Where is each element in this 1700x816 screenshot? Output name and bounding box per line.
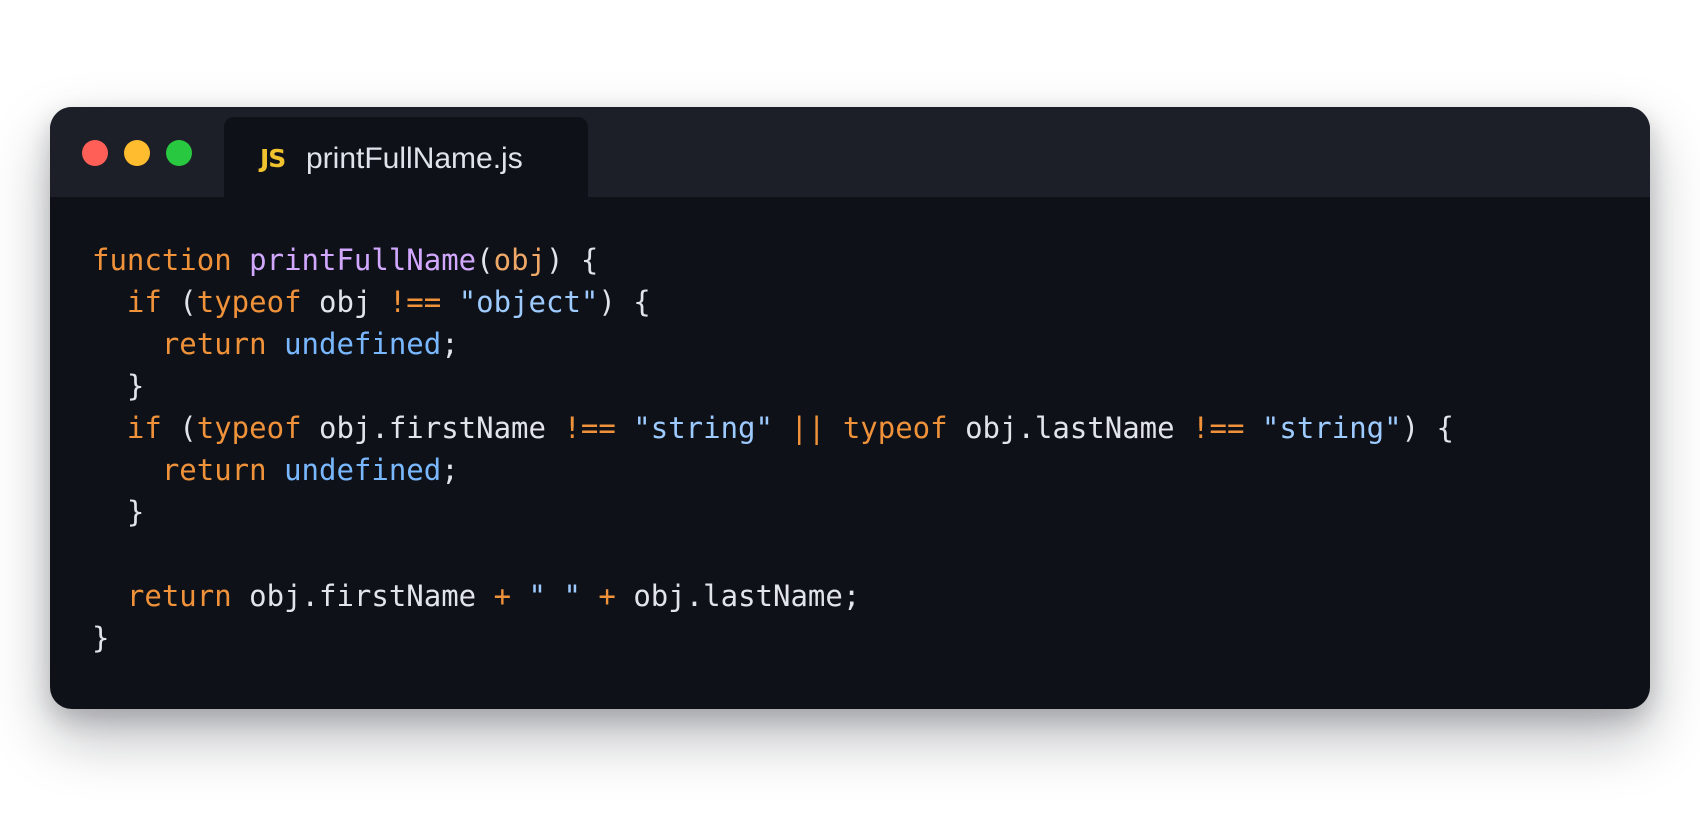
code-line: } bbox=[92, 491, 1454, 533]
code-token-keyword: function bbox=[92, 243, 232, 277]
code-token-string: " " bbox=[528, 579, 581, 613]
code-line: if (typeof obj.firstName !== "string" ||… bbox=[92, 407, 1454, 449]
code-line: return obj.firstName + " " + obj.lastNam… bbox=[92, 575, 1454, 617]
code-token-plain: ) { bbox=[598, 285, 651, 319]
code-token-plain: obj bbox=[301, 285, 389, 319]
code-editor[interactable]: function printFullName(obj) { if (typeof… bbox=[92, 239, 1454, 659]
code-line: return undefined; bbox=[92, 323, 1454, 365]
maximize-button[interactable] bbox=[166, 140, 192, 166]
tab-printfullname[interactable]: JS printFullName.js bbox=[224, 117, 588, 197]
code-token-string: "object" bbox=[458, 285, 599, 319]
code-token-plain: } bbox=[92, 495, 145, 529]
code-token-keyword: || bbox=[790, 411, 826, 445]
code-token-keyword: return bbox=[126, 579, 232, 613]
code-token-keyword: typeof bbox=[196, 411, 302, 445]
code-token-plain: ; bbox=[441, 453, 459, 487]
code-token-builtin-value: undefined bbox=[284, 453, 442, 487]
code-window: JS printFullName.js function printFullNa… bbox=[50, 107, 1650, 709]
code-token-keyword: !== bbox=[388, 285, 442, 319]
code-token-plain: ) { bbox=[1401, 411, 1454, 445]
code-token-keyword: + bbox=[493, 579, 512, 613]
code-token-keyword: if bbox=[126, 411, 162, 445]
code-token-function-name: printFullName bbox=[249, 243, 477, 277]
code-token-plain: ( bbox=[161, 411, 197, 445]
code-token-keyword: !== bbox=[563, 411, 616, 445]
code-line: } bbox=[92, 617, 1454, 659]
title-bar: JS printFullName.js bbox=[50, 107, 1650, 197]
code-token-plain: ) { bbox=[546, 243, 599, 277]
minimize-button[interactable] bbox=[124, 140, 150, 166]
code-token-plain: ( bbox=[161, 285, 197, 319]
code-token-plain: } bbox=[92, 369, 145, 403]
code-token-plain: } bbox=[92, 621, 110, 655]
code-token-keyword: return bbox=[161, 327, 267, 361]
code-token-plain: obj.lastName bbox=[947, 411, 1193, 445]
code-token-plain: obj.firstName bbox=[231, 579, 494, 613]
code-token-keyword: + bbox=[598, 579, 616, 613]
code-token-string: "string" bbox=[633, 411, 773, 445]
tab-filename: printFullName.js bbox=[306, 142, 523, 175]
code-token-keyword: typeof bbox=[196, 285, 302, 319]
code-token-keyword: !== bbox=[1192, 411, 1245, 445]
close-button[interactable] bbox=[82, 140, 108, 166]
javascript-file-icon: JS bbox=[260, 144, 286, 173]
code-token-keyword: typeof bbox=[842, 411, 948, 445]
code-token-plain: ( bbox=[476, 243, 494, 277]
code-token-plain: obj.firstName bbox=[301, 411, 564, 445]
code-token-builtin-value: undefined bbox=[284, 327, 442, 361]
code-line: return undefined; bbox=[92, 449, 1454, 491]
code-token-plain: obj.lastName; bbox=[615, 579, 861, 613]
code-token-parameter: obj bbox=[493, 243, 546, 277]
code-token-keyword: if bbox=[126, 285, 162, 319]
code-line: } bbox=[92, 365, 1454, 407]
code-line: function printFullName(obj) { bbox=[92, 239, 1454, 281]
code-token-keyword: return bbox=[161, 453, 267, 487]
code-token-string: "string" bbox=[1261, 411, 1402, 445]
code-token-plain: ; bbox=[441, 327, 459, 361]
code-line: if (typeof obj !== "object") { bbox=[92, 281, 1454, 323]
